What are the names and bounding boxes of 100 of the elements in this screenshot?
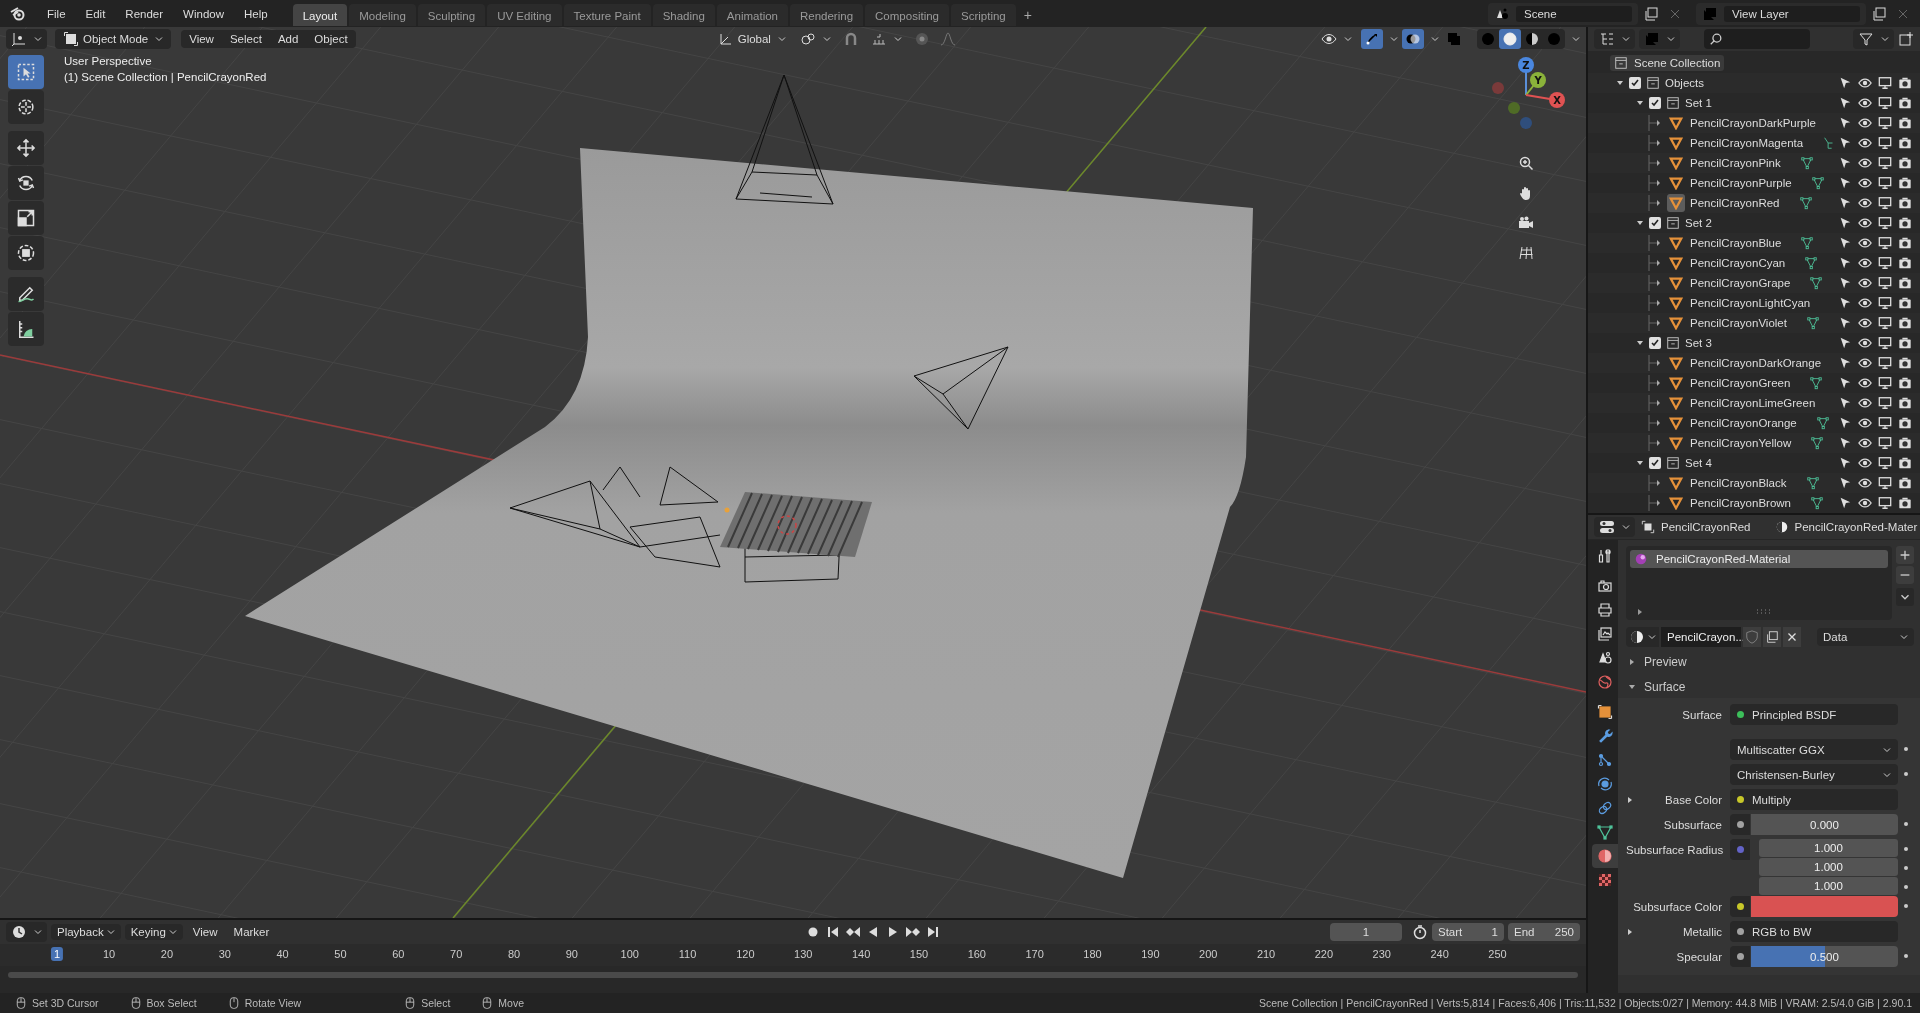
camera-icon[interactable] xyxy=(1898,496,1912,510)
eye-icon[interactable] xyxy=(1858,456,1872,470)
rotate-tool-button[interactable] xyxy=(8,166,44,200)
expand-arrow-icon[interactable] xyxy=(1636,459,1644,467)
object-name[interactable]: PencilCrayonBrown xyxy=(1690,497,1791,509)
menu-item[interactable]: View xyxy=(181,30,222,48)
monitor-icon[interactable] xyxy=(1878,416,1892,430)
camera-icon[interactable] xyxy=(1898,96,1912,110)
monitor-icon[interactable] xyxy=(1878,276,1892,290)
object-name[interactable]: PencilCrayonYellow xyxy=(1690,437,1792,449)
menu-item[interactable]: Edit xyxy=(76,4,115,23)
panel-header[interactable]: Surface xyxy=(1626,676,1914,698)
select-arrow-icon[interactable] xyxy=(1838,416,1852,430)
resize-grip-icon[interactable] xyxy=(1755,609,1771,615)
camera-icon[interactable] xyxy=(1898,136,1912,150)
monitor-icon[interactable] xyxy=(1878,396,1892,410)
node-link-field[interactable]: RGB to BW xyxy=(1730,921,1898,942)
zoom-icon[interactable] xyxy=(1518,155,1534,171)
mode-dropdown[interactable]: Object Mode xyxy=(55,29,172,49)
mesh-data-icon[interactable] xyxy=(1810,176,1825,190)
eye-icon[interactable] xyxy=(1858,496,1872,510)
current-frame-field[interactable]: 1 xyxy=(1330,923,1402,941)
mesh-data-icon[interactable] xyxy=(1810,436,1825,450)
color-swatch[interactable] xyxy=(1751,896,1898,917)
search-field[interactable] xyxy=(1704,29,1810,49)
expand-arrow-icon[interactable] xyxy=(1636,608,1644,616)
camera-drawing[interactable] xyxy=(509,466,719,548)
object-name[interactable]: PencilCrayonRed xyxy=(1690,197,1780,209)
new-collection-icon[interactable] xyxy=(1898,31,1914,47)
monitor-icon[interactable] xyxy=(1878,216,1892,230)
transform-tool-button[interactable] xyxy=(8,236,44,270)
negative-axis-handle[interactable] xyxy=(1508,102,1520,114)
camera-icon[interactable] xyxy=(1898,296,1912,310)
select-arrow-icon[interactable] xyxy=(1838,116,1852,130)
eye-icon[interactable] xyxy=(1858,176,1872,190)
monitor-icon[interactable] xyxy=(1878,196,1892,210)
mesh-data-icon[interactable] xyxy=(1809,376,1824,390)
monitor-icon[interactable] xyxy=(1878,96,1892,110)
camera-icon[interactable] xyxy=(1898,276,1912,290)
keyframe-dot[interactable] xyxy=(1904,954,1908,958)
mesh-data-icon[interactable] xyxy=(1809,276,1824,290)
number-field[interactable]: 1.000 xyxy=(1759,877,1898,895)
eye-icon[interactable] xyxy=(1858,196,1872,210)
overlay-toggle[interactable] xyxy=(1402,29,1424,49)
select-arrow-icon[interactable] xyxy=(1838,436,1852,450)
workspace-tab[interactable]: Shading xyxy=(652,4,715,26)
eye-icon[interactable] xyxy=(1858,236,1872,250)
eye-icon[interactable] xyxy=(1858,436,1872,450)
mesh-data-icon[interactable] xyxy=(1810,496,1824,510)
camera-icon[interactable] xyxy=(1898,336,1912,350)
select-arrow-icon[interactable] xyxy=(1838,376,1852,390)
camera-icon[interactable] xyxy=(1898,76,1912,90)
select-arrow-icon[interactable] xyxy=(1838,96,1852,110)
value-slider[interactable]: 0.000 xyxy=(1751,814,1898,835)
keyframe-dot[interactable] xyxy=(1904,866,1908,870)
eye-icon[interactable] xyxy=(1858,216,1872,230)
app-logo-icon[interactable] xyxy=(10,5,26,22)
eye-icon[interactable] xyxy=(1858,116,1872,130)
menu-item[interactable]: Select xyxy=(221,30,270,48)
keyframe-dot[interactable] xyxy=(1904,772,1908,776)
menu-dropdown[interactable]: Keying xyxy=(124,924,183,940)
object-name[interactable]: PencilCrayonLimeGreen xyxy=(1690,397,1816,409)
camera-icon[interactable] xyxy=(1898,176,1912,190)
menu-dropdown[interactable]: Playback xyxy=(51,924,121,940)
select-arrow-icon[interactable] xyxy=(1838,156,1852,170)
object-name[interactable]: PencilCrayonDarkOrange xyxy=(1690,357,1822,369)
keyframe-dot[interactable] xyxy=(1904,885,1908,889)
object-name[interactable]: PencilCrayonBlue xyxy=(1690,237,1782,249)
keyframe-dot[interactable] xyxy=(1904,822,1908,826)
workspace-tab[interactable]: Rendering xyxy=(790,4,864,26)
camera-icon[interactable] xyxy=(1898,416,1912,430)
chevron-icon[interactable] xyxy=(1431,35,1439,43)
scale-tool-button[interactable] xyxy=(8,201,44,235)
object-name[interactable]: PencilCrayonBlack xyxy=(1690,477,1787,489)
monitor-icon[interactable] xyxy=(1878,316,1892,330)
dropdown-field[interactable]: Multiscatter GGX xyxy=(1730,739,1898,760)
eye-icon[interactable] xyxy=(1858,416,1872,430)
stopwatch-icon[interactable] xyxy=(1412,924,1428,940)
checkbox[interactable] xyxy=(1649,217,1661,229)
select-arrow-icon[interactable] xyxy=(1838,76,1852,90)
workspace-tab[interactable]: Compositing xyxy=(865,4,949,26)
scene-collection-item[interactable]: Scene Collection xyxy=(1610,55,1725,71)
collection-name[interactable]: Set 1 xyxy=(1685,97,1712,109)
object-name[interactable]: PencilCrayonOrange xyxy=(1690,417,1797,429)
negative-axis-handle[interactable] xyxy=(1520,117,1532,129)
workspace-tab[interactable]: Layout xyxy=(292,4,348,26)
start-frame-field[interactable]: Start 1 xyxy=(1432,923,1504,941)
monitor-icon[interactable] xyxy=(1878,176,1892,190)
monitor-icon[interactable] xyxy=(1878,116,1892,130)
eye-icon[interactable] xyxy=(1858,276,1872,290)
checkbox[interactable] xyxy=(1649,457,1661,469)
eye-icon[interactable] xyxy=(1858,96,1872,110)
view-layer-selector[interactable]: View Layer xyxy=(1696,2,1866,25)
camera-icon[interactable] xyxy=(1518,215,1534,231)
object-name[interactable]: PencilCrayonPink xyxy=(1690,157,1781,169)
workspace-tab[interactable]: Animation xyxy=(716,4,788,26)
camera-drawing[interactable] xyxy=(735,74,834,205)
camera-icon[interactable] xyxy=(1898,376,1912,390)
workspace-tab[interactable]: UV Editing xyxy=(487,4,562,26)
select-arrow-icon[interactable] xyxy=(1838,296,1852,310)
